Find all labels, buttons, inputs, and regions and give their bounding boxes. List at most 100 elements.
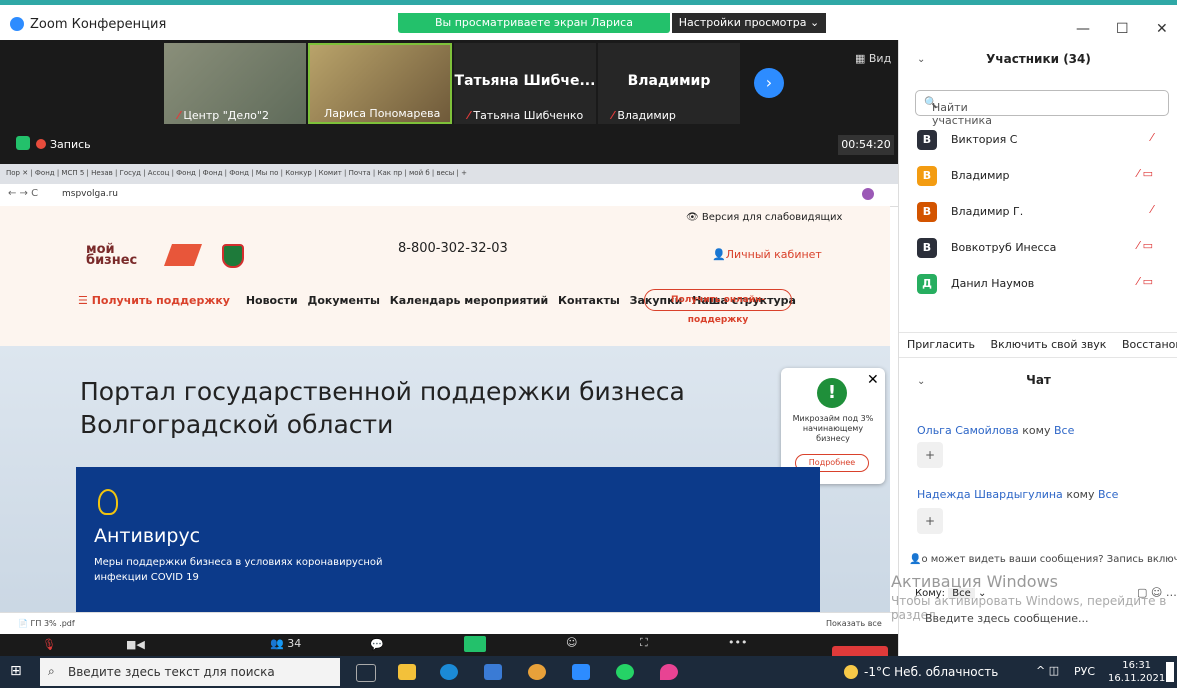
windows-start-icon[interactable]: ⊞	[10, 663, 22, 679]
mic-video-muted-icon: ⁄ ▭	[1137, 239, 1153, 252]
notice-text: о может видеть ваши сообщения? Запись вк…	[921, 554, 1177, 565]
address-bar[interactable]: ← → C mspvolga.ru	[0, 184, 898, 207]
chat-notice[interactable]: 👤о может видеть ваши сообщения? Запись в…	[909, 554, 1177, 565]
apps-icon[interactable]: ⛶	[640, 636, 648, 650]
nav-news[interactable]: Новости	[246, 294, 298, 307]
leave-button[interactable]	[832, 646, 888, 656]
reclaim-host-button[interactable]: Восстановить ста	[1122, 338, 1177, 351]
unmute-self-button[interactable]: Включить свой звук	[991, 338, 1107, 351]
download-item[interactable]: 📄 ГП 3% .pdf	[18, 619, 75, 628]
participant-row[interactable]: В Владимир Г. ⁄	[915, 200, 1175, 236]
participant-actions: Пригласить Включить свой звук Восстанови…	[899, 332, 1177, 358]
avatar: Д	[917, 274, 937, 294]
participant-name: Владимир	[951, 169, 1010, 182]
participant-name: Виктория С	[951, 133, 1018, 146]
cabinet-text: Личный кабинет	[725, 248, 822, 261]
download-filename: ГП 3% .pdf	[30, 619, 75, 628]
video-tile[interactable]: ⁄ Центр "Дело"2	[164, 43, 306, 124]
minimize-icon[interactable]: —	[1076, 21, 1090, 37]
tray-icons[interactable]: ^ ◫	[1036, 664, 1059, 677]
nav-contacts[interactable]: Контакты	[558, 294, 620, 307]
chat-icon[interactable]: 💬	[370, 638, 384, 651]
tabs-text: Пор ✕ | Фонд | МСП 5 | Незав | Госуд | А…	[6, 169, 467, 177]
whatsapp-icon[interactable]	[616, 664, 634, 680]
nav-calendar[interactable]: Календарь мероприятий	[390, 294, 548, 307]
antivirus-banner[interactable]: Антивирус Меры поддержки бизнеса в услов…	[76, 467, 820, 634]
site-logo[interactable]: мой бизнес	[86, 243, 138, 268]
show-all-button[interactable]: Показать все	[826, 619, 882, 628]
popup-close-icon[interactable]: ✕	[867, 372, 879, 388]
participant-row[interactable]: В Виктория С ⁄	[915, 128, 1175, 164]
phone-number[interactable]: 8-800-302-32-03	[398, 241, 508, 256]
search-placeholder: Найти участника	[932, 101, 992, 127]
mic-muted-icon[interactable]: 🎙	[42, 638, 56, 651]
sender-name[interactable]: Ольга Самойлова	[917, 424, 1019, 437]
zoom-taskbar-icon[interactable]	[572, 664, 590, 680]
notifications-icon[interactable]	[1166, 662, 1174, 682]
weather-icon	[844, 665, 858, 679]
participant-name: Вовкотруб Инесса	[951, 241, 1057, 254]
more-icon[interactable]: •••	[728, 636, 747, 649]
flag-logo-icon	[163, 244, 203, 266]
chat-message-bubble[interactable]: +	[917, 442, 943, 468]
online-support-button[interactable]: Получить онлайн-поддержку	[644, 289, 792, 325]
avatar: В	[917, 130, 937, 150]
taskbar-clock[interactable]: 16:31 16.11.2021	[1108, 659, 1165, 685]
invite-button[interactable]: Пригласить	[907, 338, 975, 351]
taskbar-search-input[interactable]: ⌕ Введите здесь текст для поиска	[40, 658, 340, 686]
participant-row[interactable]: В Вовкотруб Инесса ⁄ ▭	[915, 236, 1175, 272]
meeting-timer: 00:54:20	[838, 135, 894, 155]
app-drop-icon[interactable]	[660, 664, 678, 680]
window-title: Zoom Конференция	[30, 17, 167, 32]
to-word: кому	[1022, 424, 1051, 437]
sender-name[interactable]: Надежда Швардыгулина	[917, 488, 1063, 501]
accessible-version-link[interactable]: 👁 Версия для слабовидящих	[686, 212, 842, 223]
windows-taskbar: ⊞ ⌕ Введите здесь текст для поиска -1°C …	[0, 656, 1177, 688]
video-tile[interactable]: Татьяна Шибче... ⁄ Татьяна Шибченко	[454, 43, 596, 124]
maximize-icon[interactable]: ☐	[1116, 21, 1129, 37]
logo-line2: бизнес	[86, 253, 138, 268]
participant-search-input[interactable]: 🔍 Найти участника	[915, 90, 1169, 127]
date: 16.11.2021	[1108, 673, 1166, 684]
view-button[interactable]: ▦ Вид	[855, 52, 891, 65]
file-explorer-icon[interactable]	[398, 664, 416, 680]
record-label: Запись	[50, 138, 91, 151]
download-bar: 📄 ГП 3% .pdf Показать все	[0, 612, 898, 635]
chrome-icon[interactable]	[528, 664, 546, 680]
exclamation-icon: !	[817, 378, 847, 408]
video-tile-active-speaker[interactable]: Лариса Пономарева	[308, 43, 452, 124]
view-settings-button[interactable]: Настройки просмотра ⌄	[672, 13, 826, 33]
mic-muted-icon: ⁄	[1151, 203, 1153, 216]
file-emoji-icons[interactable]: ▢ ☺ …	[1137, 586, 1177, 599]
chat-message-bubble[interactable]: +	[917, 508, 943, 534]
photos-icon[interactable]	[484, 664, 502, 680]
mic-muted-icon: ⁄	[468, 109, 470, 122]
tile-name: Татьяна Шибченко	[473, 109, 584, 122]
nav-get-support[interactable]: ☰ Получить поддержку	[78, 294, 236, 307]
close-icon[interactable]: ✕	[1156, 21, 1168, 37]
participant-row[interactable]: Д Данил Наумов ⁄ ▭	[915, 272, 1175, 308]
share-screen-icon[interactable]	[464, 636, 486, 652]
nav-arrows-icon[interactable]: ← → C	[8, 188, 38, 199]
video-camera-icon[interactable]: ■◀	[126, 638, 145, 651]
time: 16:31	[1122, 660, 1152, 671]
language-indicator[interactable]: РУС	[1074, 665, 1095, 678]
next-page-arrow-icon[interactable]: ›	[754, 68, 784, 98]
edge-icon[interactable]	[440, 664, 458, 680]
security-shield-icon[interactable]	[16, 136, 30, 150]
profile-avatar[interactable]	[862, 188, 874, 200]
website-page: 👁 Версия для слабовидящих мой бизнес 8-80…	[0, 206, 890, 634]
participants-button[interactable]: 👥 34	[270, 637, 301, 650]
recipient: Все	[1098, 488, 1119, 501]
chat-message-input[interactable]: Введите здесь сообщение...	[925, 612, 1089, 625]
url-text: mspvolga.ru	[62, 189, 118, 199]
video-tile[interactable]: Владимир ⁄ Владимир	[598, 43, 740, 124]
browser-tabs[interactable]: Пор ✕ | Фонд | МСП 5 | Незав | Госуд | А…	[0, 164, 898, 184]
participant-row[interactable]: В Владимир ⁄ ▭	[915, 164, 1175, 200]
personal-cabinet-link[interactable]: 👤Личный кабинет	[712, 248, 822, 261]
nav-documents[interactable]: Документы	[308, 294, 380, 307]
reactions-icon[interactable]: ☺	[566, 636, 577, 649]
task-view-icon[interactable]	[356, 664, 376, 682]
participants-count: 34	[287, 637, 302, 650]
weather-text[interactable]: -1°C Неб. облачность	[864, 665, 998, 679]
